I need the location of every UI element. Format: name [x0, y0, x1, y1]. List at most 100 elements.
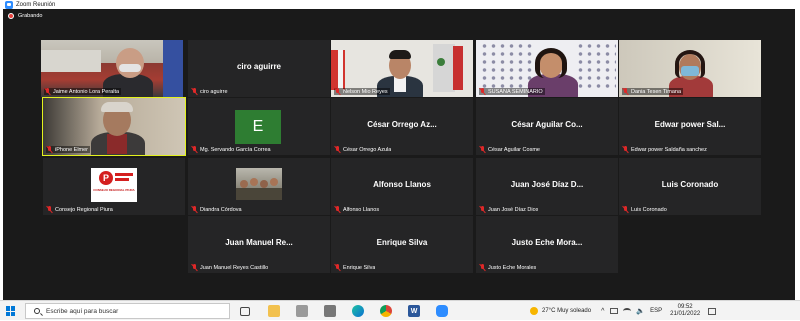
participant-display-name: Justo Eche Mora... — [511, 238, 583, 247]
participant-tile[interactable]: Nelson Mio Reyes — [331, 40, 473, 97]
muted-mic-icon — [191, 88, 198, 95]
participant-tile[interactable]: Alfonso Llanos Alfonso Llanos — [331, 158, 473, 215]
store-icon[interactable] — [296, 305, 308, 317]
participant-name: Alfonso Llanos — [343, 206, 380, 213]
participant-name-bar: Enrique Silva — [334, 264, 375, 271]
participant-tile[interactable]: Edwar power Sal... Edwar power Saldaña s… — [619, 98, 761, 155]
desktop: Zoom Reunión Grabando Jaime Antonio Lora… — [0, 0, 800, 320]
participant-name-bar: Juan José Díaz Dios — [479, 206, 538, 213]
zoom-app-icon — [5, 0, 13, 9]
participant-name-bar: César Aguilar Cosme — [479, 146, 540, 153]
window-title: Zoom Reunión — [16, 1, 56, 8]
task-view-icon[interactable] — [240, 307, 250, 316]
participant-tile[interactable]: P CONSEJO REGIONAL PIURA Consejo Regiona… — [43, 158, 185, 215]
participant-name-bar: Juan Manuel Reyes Castillo — [191, 264, 268, 271]
participant-tile[interactable]: Juan José Díaz D... Juan José Díaz Dios — [476, 158, 618, 215]
participant-name-bar: Nelson Mio Reyes — [334, 88, 390, 95]
system-tray: 27°C Muy soleado ^ 🔈 ESP 09:52 21/01/202… — [530, 301, 717, 321]
wifi-icon[interactable] — [623, 308, 632, 314]
participant-name-bar: Justo Eche Morales — [479, 264, 536, 271]
muted-mic-icon — [334, 264, 341, 271]
clock[interactable]: 09:52 21/01/2022 — [670, 304, 700, 318]
taskbar-search-box[interactable] — [25, 303, 230, 319]
participant-name-bar: César Orrego Azula — [334, 146, 391, 153]
participant-name-bar: Alfonso Llanos — [334, 206, 379, 213]
sun-weather-icon — [530, 307, 538, 315]
muted-mic-icon — [44, 88, 51, 95]
participant-name-bar: Edwar power Saldaña sanchez — [622, 146, 707, 153]
participant-name: Edwar power Saldaña sanchez — [631, 146, 707, 153]
participant-tile[interactable]: Diandra Córdova — [188, 158, 330, 215]
clock-date: 21/01/2022 — [670, 311, 701, 317]
battery-icon[interactable] — [610, 308, 619, 314]
word-icon[interactable]: W — [408, 305, 420, 317]
muted-mic-icon — [622, 88, 629, 95]
chrome-icon[interactable] — [380, 305, 392, 317]
windows-start-icon[interactable] — [6, 306, 16, 316]
weather-text[interactable]: 27°C Muy soleado — [542, 308, 591, 314]
participant-name: ciro aguirre — [200, 88, 228, 95]
muted-mic-icon — [46, 206, 53, 213]
participant-tile[interactable]: ciro aguirre ciro aguirre — [188, 40, 330, 97]
muted-mic-icon — [479, 264, 486, 271]
edge-icon[interactable] — [352, 305, 364, 317]
participant-tile[interactable]: César Aguilar Co... César Aguilar Cosme — [476, 98, 618, 155]
participant-name: Dania Tesen Timana — [631, 88, 682, 95]
participant-name-bar: Diandra Córdova — [191, 206, 242, 213]
participant-tile[interactable]: E Mg. Servando García Correa — [188, 98, 330, 155]
participant-name-bar: Dania Tesen Timana — [622, 88, 684, 95]
notifications-icon[interactable] — [708, 307, 717, 315]
participant-name: Juan Manuel Reyes Castillo — [200, 264, 269, 271]
search-icon — [34, 308, 40, 314]
participant-name: César Orrego Azula — [343, 146, 392, 153]
muted-mic-icon — [479, 88, 486, 95]
language-indicator[interactable]: ESP — [650, 308, 662, 314]
participant-name: Mg. Servando García Correa — [200, 146, 271, 153]
participant-name: Luis Coronado — [631, 206, 667, 213]
muted-mic-icon — [191, 146, 198, 153]
participant-name: Consejo Regional Piura — [55, 206, 113, 213]
participant-name: Justo Eche Morales — [488, 264, 537, 271]
participant-tile[interactable]: César Orrego Az... César Orrego Azula — [331, 98, 473, 155]
participant-tile-active-speaker[interactable]: iPhone Elmer — [42, 97, 186, 156]
recording-indicator[interactable]: Grabando — [8, 13, 42, 19]
muted-mic-icon — [46, 146, 53, 153]
participant-name-bar: Luis Coronado — [622, 206, 667, 213]
participant-display-name: Alfonso Llanos — [373, 180, 431, 189]
participant-display-name: Enrique Silva — [376, 238, 428, 247]
volume-icon[interactable]: 🔈 — [636, 307, 645, 315]
muted-mic-icon — [191, 206, 198, 213]
title-bar: Zoom Reunión — [3, 0, 795, 9]
participant-name: Diandra Córdova — [200, 206, 242, 213]
taskbar-search-input[interactable] — [46, 307, 216, 315]
participant-name: Enrique Silva — [343, 264, 376, 271]
participant-tile[interactable]: SUSANA SEMINARIO — [476, 40, 618, 97]
participant-tile[interactable]: Jaime Antonio Lora Peralta — [41, 40, 183, 97]
participant-avatar: E — [235, 110, 281, 144]
participant-tile[interactable]: Luis Coronado Luis Coronado — [619, 158, 761, 215]
record-icon — [8, 13, 14, 19]
file-explorer-icon[interactable] — [268, 305, 280, 317]
muted-mic-icon — [191, 264, 198, 271]
muted-mic-icon — [479, 206, 486, 213]
participant-name: Juan José Díaz Dios — [488, 206, 539, 213]
participant-name-bar: iPhone Elmer — [46, 146, 91, 153]
zoom-meeting-window: Zoom Reunión Grabando Jaime Antonio Lora… — [3, 0, 795, 300]
participant-display-name: Juan José Díaz D... — [510, 180, 584, 189]
participant-tile[interactable]: Juan Manuel Re... Juan Manuel Reyes Cast… — [188, 216, 330, 273]
participant-display-name: Juan Manuel Re... — [225, 238, 293, 247]
muted-mic-icon — [622, 146, 629, 153]
logo-text: CONSEJO REGIONAL PIURA — [93, 188, 135, 192]
participant-tile[interactable]: Enrique Silva Enrique Silva — [331, 216, 473, 273]
participant-tile[interactable]: Dania Tesen Timana — [619, 40, 761, 97]
participant-display-name: César Orrego Az... — [367, 120, 437, 129]
participant-name: Nelson Mio Reyes — [343, 88, 388, 95]
participant-tile[interactable]: Justo Eche Mora... Justo Eche Morales — [476, 216, 618, 273]
participant-name: iPhone Elmer — [55, 146, 89, 153]
zoom-taskbar-icon[interactable] — [436, 305, 448, 317]
mail-icon[interactable] — [324, 305, 336, 317]
chevron-up-icon[interactable]: ^ — [601, 308, 604, 315]
recording-label: Grabando — [18, 13, 43, 19]
participant-display-name: ciro aguirre — [236, 62, 281, 71]
participant-name: César Aguilar Cosme — [488, 146, 540, 153]
